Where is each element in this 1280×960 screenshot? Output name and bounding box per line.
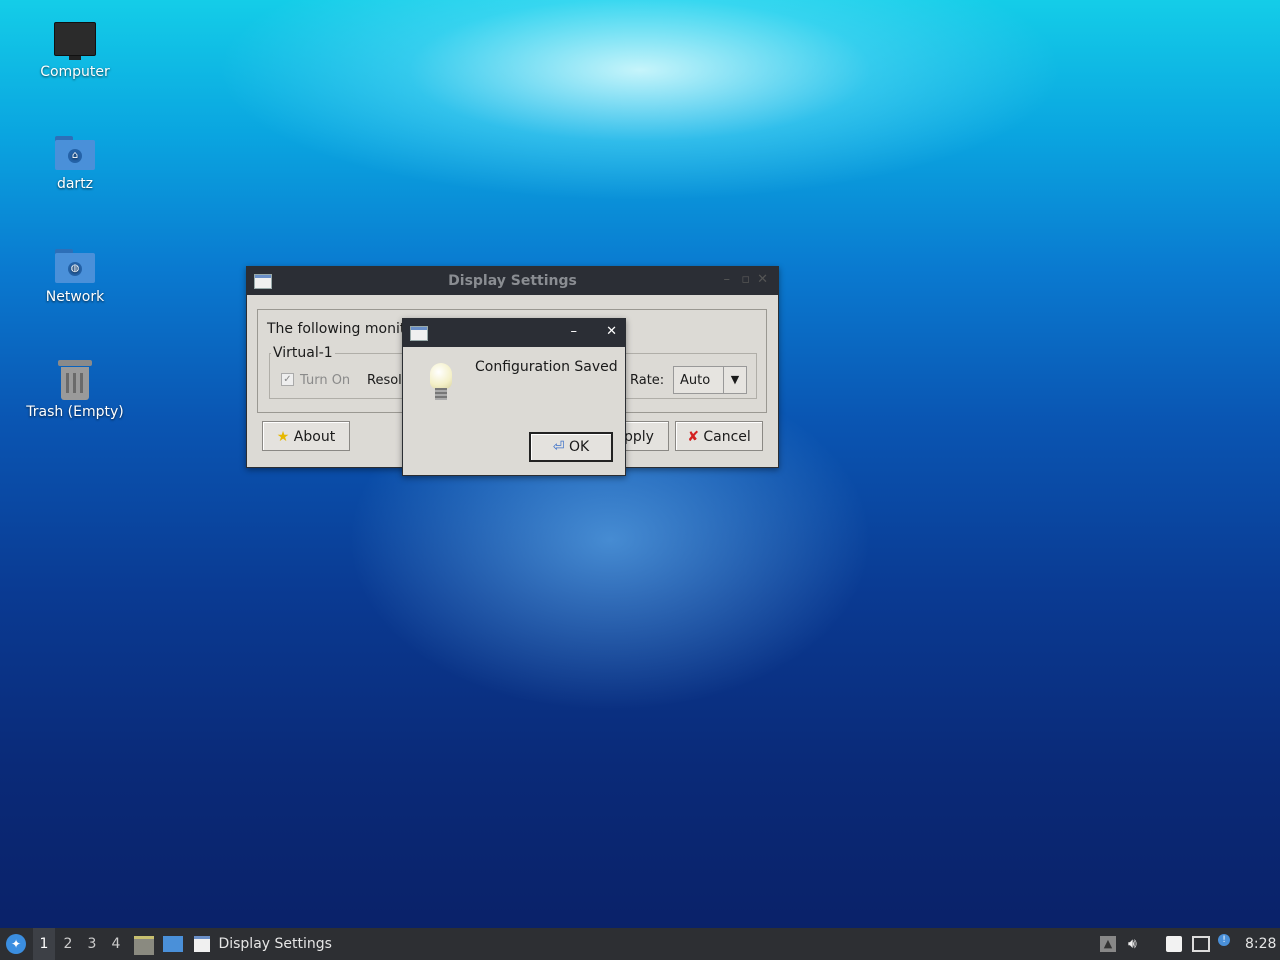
lightbulb-icon bbox=[430, 363, 452, 405]
taskbar: ✦ 1 2 3 4 Display Settings ▲ 🔊︎ ! 8:28 bbox=[0, 928, 1280, 960]
eject-icon[interactable]: ▲ bbox=[1100, 936, 1116, 952]
enter-icon: ⏎ bbox=[552, 439, 565, 455]
window-titlebar[interactable]: Display Settings – ▫ ✕ bbox=[247, 267, 778, 295]
turn-on-label: Turn On bbox=[300, 373, 351, 388]
desktop-icon-label: Network bbox=[45, 289, 105, 305]
trash-icon bbox=[58, 360, 92, 400]
chevron-down-icon[interactable]: ▼ bbox=[723, 367, 746, 393]
show-desktop-icon[interactable] bbox=[163, 936, 183, 952]
desktop-icon-home[interactable]: ⌂ dartz bbox=[20, 136, 130, 192]
close-icon[interactable]: ✕ bbox=[757, 272, 768, 287]
turn-on-checkbox[interactable]: ✓ bbox=[281, 373, 294, 386]
volume-icon[interactable]: 🔊︎ bbox=[1128, 936, 1144, 952]
intro-text: The following monit bbox=[267, 321, 406, 337]
workspace-1[interactable]: 1 bbox=[33, 928, 55, 960]
window-app-icon bbox=[194, 936, 210, 952]
dialog-message: Configuration Saved bbox=[475, 359, 618, 375]
dialog-titlebar[interactable]: – ✕ bbox=[403, 319, 625, 347]
star-icon: ★ bbox=[276, 429, 290, 445]
desktop-icon-trash[interactable]: Trash (Empty) bbox=[20, 360, 130, 420]
rate-select-value: Auto bbox=[680, 373, 711, 388]
config-saved-dialog: – ✕ Configuration Saved ⏎ OK bbox=[402, 318, 626, 476]
window-title: Display Settings bbox=[448, 273, 577, 289]
network-folder-icon: ◍ bbox=[55, 249, 95, 283]
monitor-group-label: Virtual-1 bbox=[271, 345, 335, 361]
start-menu-icon[interactable]: ✦ bbox=[6, 934, 26, 954]
cancel-icon: ✘ bbox=[687, 429, 699, 445]
update-notifier-icon[interactable]: ! bbox=[1218, 934, 1230, 946]
desktop-icon-label: Trash (Empty) bbox=[26, 404, 124, 420]
desktop-icon-label: Computer bbox=[40, 64, 110, 80]
file-manager-launcher-icon[interactable] bbox=[134, 936, 154, 955]
workspace-4[interactable]: 4 bbox=[105, 928, 127, 960]
workspace-3[interactable]: 3 bbox=[81, 928, 103, 960]
home-folder-icon: ⌂ bbox=[55, 136, 95, 170]
ok-button[interactable]: ⏎ OK bbox=[529, 432, 613, 462]
cancel-button[interactable]: ✘ Cancel bbox=[675, 421, 763, 451]
maximize-icon[interactable]: ▫ bbox=[741, 272, 750, 287]
desktop-icon-network[interactable]: ◍ Network bbox=[20, 249, 130, 305]
network-status-icon[interactable] bbox=[1192, 936, 1210, 952]
desktop-icon-computer[interactable]: Computer bbox=[20, 22, 130, 80]
resolution-label: Resol bbox=[367, 373, 402, 388]
minimize-icon[interactable]: – bbox=[571, 324, 578, 339]
clock[interactable]: 8:28 bbox=[1245, 928, 1276, 960]
workspace-2[interactable]: 2 bbox=[57, 928, 79, 960]
dialog-app-icon bbox=[410, 326, 428, 341]
clipboard-icon[interactable] bbox=[1166, 936, 1182, 952]
minimize-icon[interactable]: – bbox=[724, 272, 731, 287]
rate-select[interactable]: Auto ▼ bbox=[673, 366, 747, 394]
computer-icon bbox=[54, 22, 96, 60]
task-display-settings[interactable]: Display Settings bbox=[194, 928, 332, 960]
desktop-icon-label: dartz bbox=[56, 176, 94, 192]
about-button[interactable]: ★ About bbox=[262, 421, 350, 451]
rate-label: Rate: bbox=[630, 373, 665, 388]
close-icon[interactable]: ✕ bbox=[606, 324, 617, 339]
